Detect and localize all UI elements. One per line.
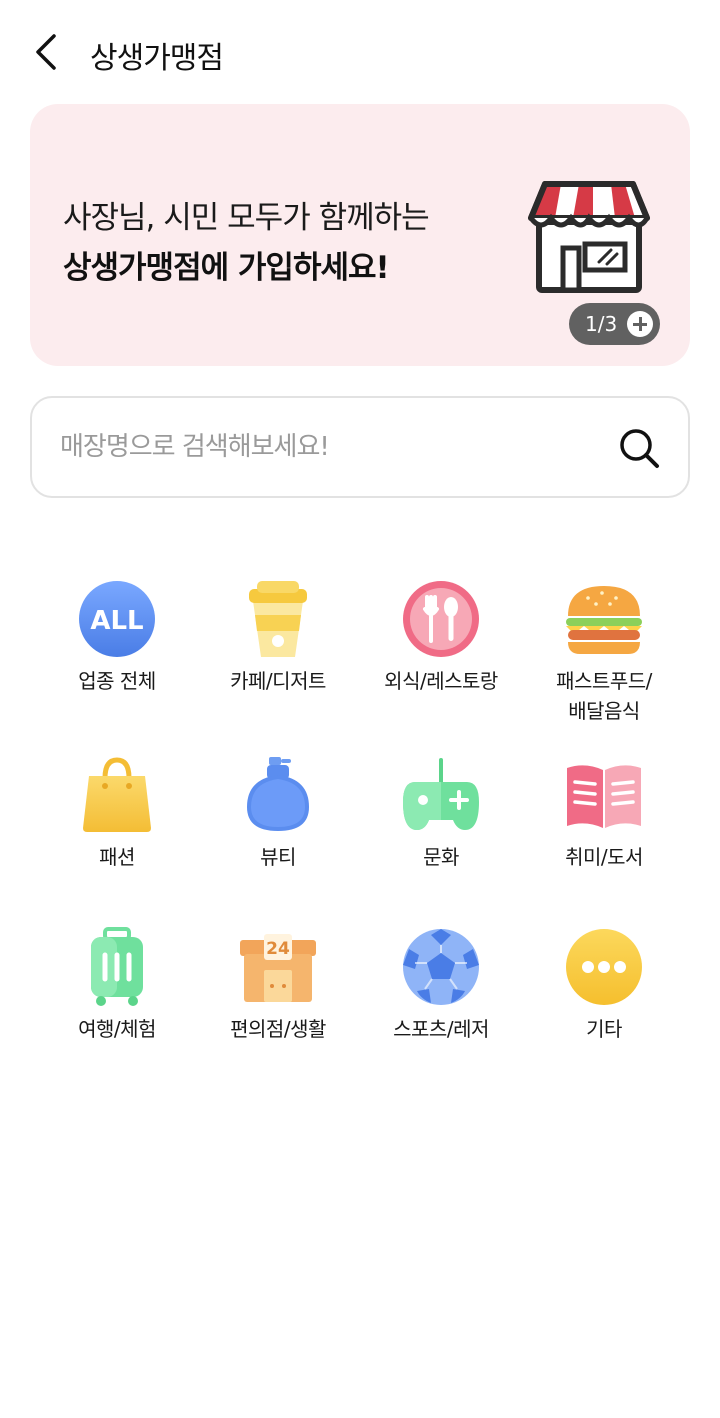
category-restaurant[interactable]: 외식/레스토랑: [356, 574, 526, 696]
category-fastfood-label: 패스트푸드/ 배달음식: [556, 666, 652, 726]
coffee-cup-icon: [233, 574, 323, 664]
all-badge-text: ALL: [90, 606, 143, 636]
perfume-bottle-icon: [233, 750, 323, 840]
category-fashion-label: 패션: [99, 845, 135, 869]
game-controller-icon: [396, 750, 486, 840]
category-culture-label: 문화: [423, 845, 459, 869]
search-input[interactable]: [60, 424, 600, 470]
category-etc-label: 기타: [586, 1017, 622, 1041]
category-cafe-label: 카페/디저트: [230, 669, 326, 693]
category-beauty-label: 뷰티: [260, 845, 296, 869]
banner-text-line1: 사장님, 시민 모두가 함께하는: [63, 200, 430, 236]
category-sports-label: 스포츠/레저: [393, 1017, 489, 1041]
search-bar: [30, 396, 690, 498]
category-restaurant-label: 외식/레스토랑: [384, 669, 498, 693]
burger-icon: [559, 574, 649, 664]
chevron-left-icon: [36, 34, 56, 70]
category-culture[interactable]: 문화: [356, 750, 526, 872]
app-header: 상생가맹점: [0, 0, 720, 105]
category-etc[interactable]: 기타: [519, 922, 689, 1044]
page-title: 상생가맹점: [90, 41, 224, 76]
category-fastfood[interactable]: 패스트푸드/ 배달음식: [519, 574, 689, 726]
soccer-ball-icon: [396, 922, 486, 1012]
category-hobby-label: 취미/도서: [565, 845, 643, 869]
plus-icon: [627, 311, 653, 337]
banner-text-line2: 상생가맹점에 가입하세요!: [63, 250, 390, 286]
category-fastfood-label-line2: 배달음식: [568, 699, 640, 723]
category-travel[interactable]: 여행/체험: [32, 922, 202, 1044]
suitcase-icon: [72, 922, 162, 1012]
convenience-badge-text: 24: [266, 939, 290, 959]
banner-page-indicator: 1/3: [585, 312, 618, 336]
storefront-icon: [528, 181, 650, 293]
more-dots-icon: [559, 922, 649, 1012]
promo-banner[interactable]: 사장님, 시민 모두가 함께하는 상생가맹점에 가입하세요! 1/3: [30, 104, 690, 366]
category-all-label: 업종 전체: [78, 669, 156, 693]
shopping-bag-icon: [72, 750, 162, 840]
category-sports[interactable]: 스포츠/레저: [356, 922, 526, 1044]
category-fashion[interactable]: 패션: [32, 750, 202, 872]
banner-pager-button[interactable]: 1/3: [569, 303, 660, 345]
category-convenience-label: 편의점/생활: [230, 1017, 326, 1041]
back-button[interactable]: [24, 30, 68, 74]
category-fastfood-label-line1: 패스트푸드/: [556, 669, 652, 693]
category-all[interactable]: ALL 업종 전체: [32, 574, 202, 696]
category-convenience[interactable]: 24 편의점/생활: [193, 922, 363, 1044]
fork-spoon-icon: [396, 574, 486, 664]
category-beauty[interactable]: 뷰티: [193, 750, 363, 872]
category-hobby[interactable]: 취미/도서: [519, 750, 689, 872]
category-travel-label: 여행/체험: [78, 1017, 156, 1041]
all-icon: ALL: [72, 574, 162, 664]
category-cafe[interactable]: 카페/디저트: [193, 574, 363, 696]
open-book-icon: [559, 750, 649, 840]
search-icon[interactable]: [617, 426, 661, 470]
convenience-store-icon: 24: [233, 922, 323, 1012]
